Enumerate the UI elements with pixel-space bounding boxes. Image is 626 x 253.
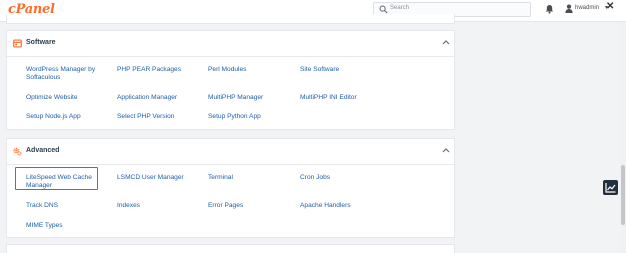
search-placeholder: Search	[390, 5, 410, 11]
link-multiphp-manager[interactable]: MultiPHP Manager	[208, 94, 263, 102]
bell-icon[interactable]	[545, 4, 554, 14]
stats-float-button[interactable]	[603, 180, 618, 195]
link-error-pages[interactable]: Error Pages	[208, 202, 243, 210]
link-cron-jobs[interactable]: Cron Jobs	[300, 174, 330, 182]
link-wordpress-manager[interactable]: WordPress Manager by Softaculous	[26, 66, 106, 82]
link-site-software[interactable]: Site Software	[300, 66, 339, 74]
user-icon	[565, 4, 573, 13]
username-label: hwadmin	[575, 5, 600, 11]
scrollbar-thumb[interactable]	[621, 165, 625, 225]
link-apache-handlers[interactable]: Apache Handlers	[300, 202, 351, 210]
link-perl-modules[interactable]: Perl Modules	[208, 66, 246, 74]
next-panel-edge	[6, 244, 455, 253]
link-select-php-version[interactable]: Select PHP Version	[117, 113, 174, 121]
link-litespeed-web-cache-manager[interactable]: LiteSpeed Web Cache Manager	[26, 174, 98, 190]
link-lsmcd-user-manager[interactable]: LSMCD User Manager	[117, 174, 184, 182]
link-application-manager[interactable]: Application Manager	[117, 94, 177, 102]
link-mime-types[interactable]: MIME Types	[26, 222, 63, 230]
search-icon	[379, 5, 388, 14]
software-panel-header[interactable]: Software	[7, 31, 454, 57]
previous-panel-edge	[6, 14, 455, 24]
link-track-dns[interactable]: Track DNS	[26, 202, 58, 210]
link-indexes[interactable]: Indexes	[117, 202, 140, 210]
close-icon[interactable]: ✕	[606, 2, 614, 12]
advanced-panel-header[interactable]: Advanced	[7, 139, 454, 165]
chevron-up-icon[interactable]	[442, 39, 450, 45]
link-terminal[interactable]: Terminal	[208, 174, 233, 182]
advanced-panel: Advanced LiteSpeed Web Cache Manager LSM…	[6, 138, 455, 238]
software-section-title: Software	[26, 39, 56, 46]
advanced-section-title: Advanced	[26, 147, 60, 154]
gears-icon	[13, 147, 22, 156]
chevron-up-icon[interactable]	[442, 147, 450, 153]
link-multiphp-ini-editor[interactable]: MultiPHP INI Editor	[300, 94, 357, 102]
link-setup-nodejs-app[interactable]: Setup Node.js App	[26, 113, 81, 121]
chart-trend-icon	[605, 183, 616, 193]
link-setup-python-app[interactable]: Setup Python App	[208, 113, 261, 121]
link-optimize-website[interactable]: Optimize Website	[26, 94, 78, 102]
software-box-icon	[13, 39, 22, 48]
link-php-pear-packages[interactable]: PHP PEAR Packages	[117, 66, 181, 74]
software-panel: Software WordPress Manager by Softaculou…	[6, 30, 455, 130]
